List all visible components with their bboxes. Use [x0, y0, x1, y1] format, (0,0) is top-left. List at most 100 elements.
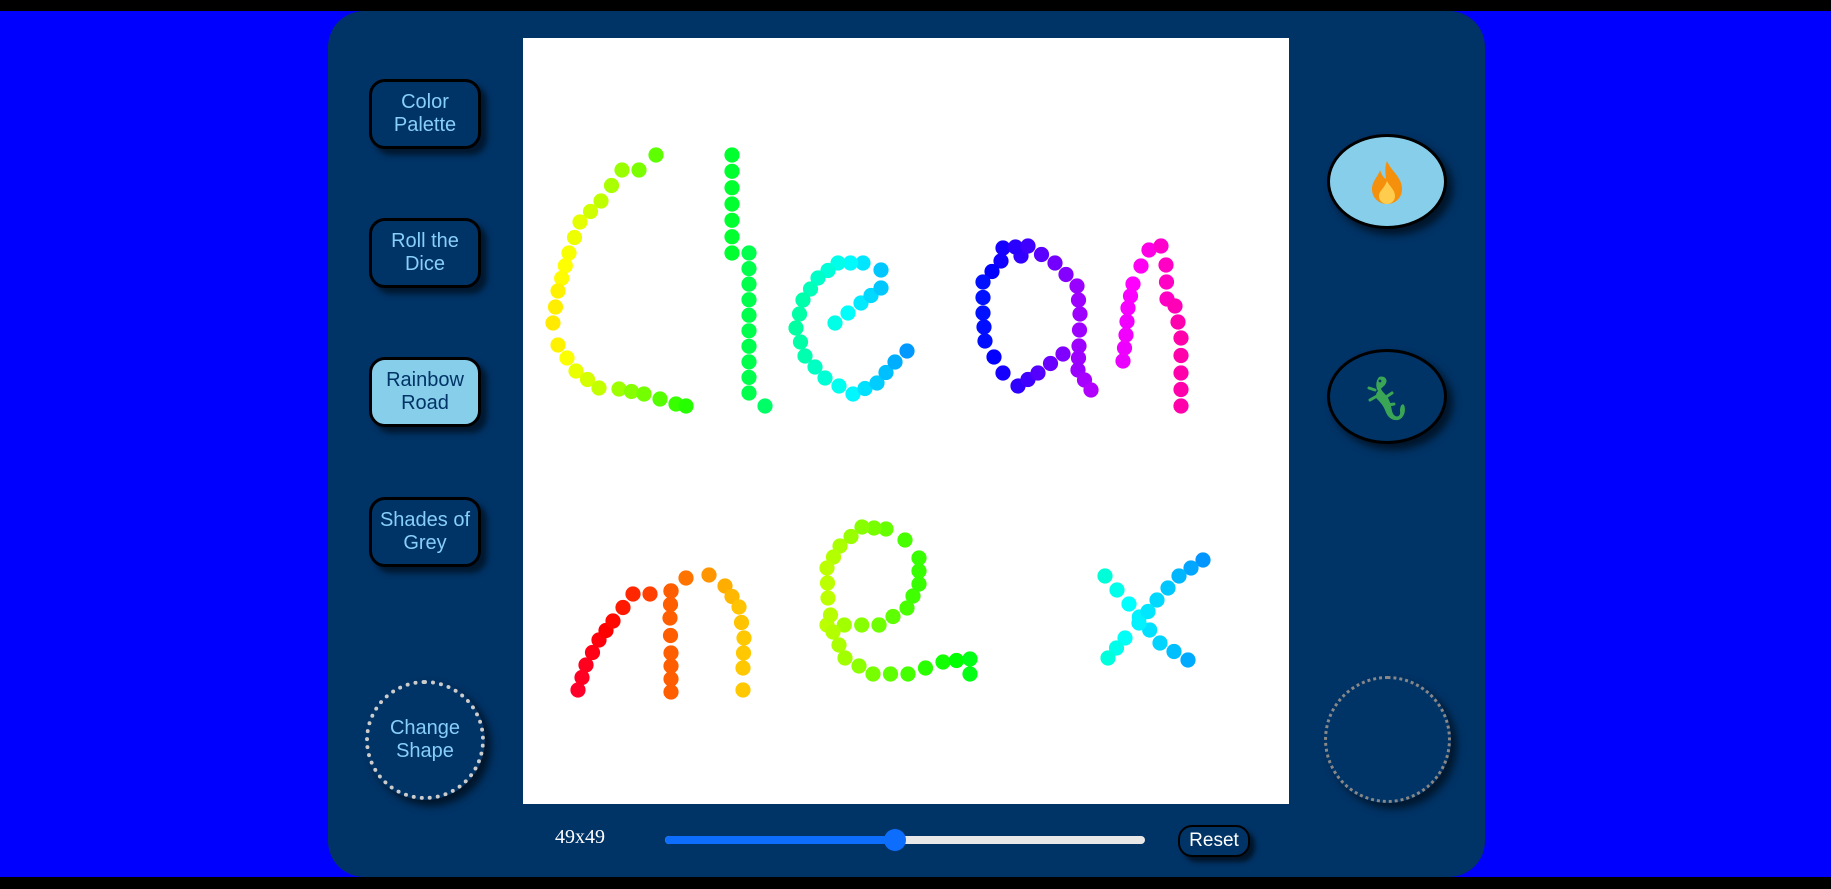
drawn-dot	[731, 599, 747, 615]
shades-grey-button[interactable]: Shades of Grey	[369, 497, 481, 567]
drawn-dot	[741, 338, 757, 354]
drawn-dot	[1173, 347, 1189, 364]
drawn-dot	[822, 607, 839, 623]
drawn-dot	[733, 614, 750, 631]
drawn-dot	[559, 350, 575, 366]
drawn-dot	[1166, 643, 1182, 660]
drawn-dot	[935, 654, 951, 670]
drawn-dot	[911, 550, 927, 566]
drawn-dot	[995, 365, 1011, 381]
drawn-dot	[741, 245, 757, 261]
drawn-dot	[873, 280, 889, 296]
drawn-dot	[741, 369, 757, 385]
fire-button[interactable]	[1327, 134, 1447, 229]
lizard-icon	[1367, 375, 1405, 420]
drawn-dot	[900, 666, 916, 682]
grid-size-label: 49x49	[555, 826, 605, 848]
color-palette-label: Color Palette	[393, 91, 457, 136]
lizard-button[interactable]	[1327, 349, 1447, 444]
drawn-dot	[817, 370, 833, 386]
slider-thumb[interactable]	[884, 829, 907, 851]
drawn-dot	[873, 262, 889, 278]
drawn-dot	[819, 575, 836, 591]
change-shape-button[interactable]: Change Shape	[365, 680, 485, 800]
drawn-dot	[642, 586, 658, 602]
drawn-dot	[1058, 266, 1074, 283]
drawn-dot	[663, 583, 679, 599]
drawn-dot	[899, 343, 915, 359]
drawn-dot	[1152, 635, 1168, 651]
drawn-dot	[545, 315, 561, 331]
roll-dice-button[interactable]: Roll the Dice	[369, 218, 481, 288]
drawn-dot	[625, 586, 641, 602]
drawn-dot	[1109, 582, 1125, 598]
drawn-dot	[819, 560, 835, 576]
drawn-dot	[1083, 382, 1099, 398]
top-border	[0, 0, 1831, 11]
drawn-dot	[724, 163, 740, 179]
drawn-dot	[831, 378, 847, 394]
drawn-dot	[820, 590, 836, 606]
drawn-dot	[678, 570, 694, 586]
drawn-dot	[917, 660, 934, 676]
drawn-dot	[788, 320, 804, 336]
drawing-canvas[interactable]	[523, 38, 1289, 804]
drawn-dot	[550, 337, 566, 353]
drawn-dot	[975, 274, 991, 290]
drawn-dot	[1167, 298, 1183, 314]
drawn-dot	[1100, 650, 1116, 666]
drawn-dot	[887, 354, 903, 370]
drawn-dot	[1042, 355, 1059, 372]
drawn-dot	[550, 283, 566, 299]
drawn-dot	[1173, 330, 1189, 346]
drawn-dot	[1119, 313, 1135, 330]
drawn-dot	[1055, 346, 1071, 362]
grid-size-slider[interactable]	[665, 829, 1145, 851]
drawn-dot	[882, 666, 899, 682]
drawn-dot	[735, 645, 752, 661]
drawn-dot	[741, 292, 757, 308]
color-palette-button[interactable]: Color Palette	[369, 79, 481, 149]
drawn-dot	[663, 645, 679, 661]
reset-button[interactable]: Reset	[1178, 825, 1250, 857]
drawn-dot	[701, 567, 717, 583]
rainbow-road-button[interactable]: Rainbow Road	[369, 357, 481, 427]
drawn-dot	[851, 658, 867, 674]
drawn-dot	[1115, 353, 1131, 369]
slider-fill	[665, 836, 896, 844]
drawn-dot	[662, 596, 679, 613]
drawn-dot	[1070, 292, 1087, 308]
drawn-dot	[827, 315, 843, 331]
drawn-dot	[975, 289, 991, 306]
drawn-dot	[1158, 274, 1175, 290]
drawn-dot	[1069, 278, 1085, 294]
drawn-dot	[1173, 398, 1189, 414]
drawn-dot	[1118, 327, 1134, 343]
drawn-dot	[724, 147, 740, 163]
drawn-dot	[757, 398, 773, 414]
drawn-dot	[854, 617, 870, 633]
drawn-dot	[741, 385, 757, 401]
drawn-dot	[1030, 365, 1046, 381]
drawn-dot	[1020, 238, 1036, 254]
drawn-dot	[631, 162, 647, 178]
drawn-dot	[1071, 322, 1088, 338]
drawn-dot	[1180, 652, 1196, 668]
drawn-dot	[1158, 257, 1174, 273]
drawn-dot	[911, 576, 927, 592]
drawn-dot	[1125, 276, 1141, 292]
drawn-dot	[724, 196, 740, 212]
drawn-dot	[623, 383, 640, 400]
dot-drawing[interactable]	[523, 38, 1289, 804]
drawn-dot	[1133, 258, 1149, 274]
drawn-dot	[741, 307, 757, 323]
drawn-dot	[792, 334, 809, 350]
drawn-dot	[948, 652, 965, 669]
drawn-dot	[976, 319, 992, 335]
drawn-dot	[831, 637, 847, 653]
drawn-dot	[1153, 238, 1169, 254]
drawn-dot	[566, 229, 583, 246]
drawn-dot	[741, 354, 757, 370]
drawn-dot	[648, 147, 664, 163]
drawn-dot	[663, 671, 679, 687]
